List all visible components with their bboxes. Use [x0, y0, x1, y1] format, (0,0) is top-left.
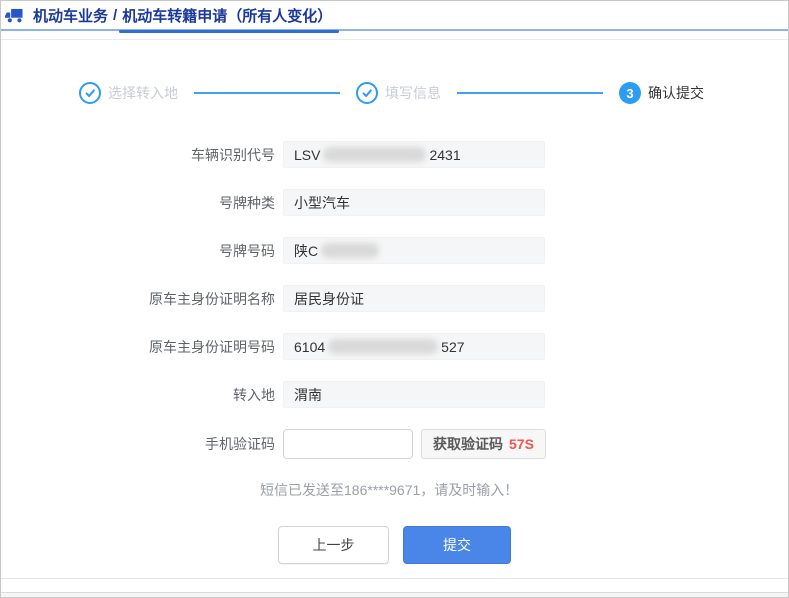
form-row-vin: 车辆识别代号 LSV 2431	[1, 141, 788, 168]
plate-type-text: 小型汽车	[294, 193, 350, 213]
id-number-suffix: 527	[441, 339, 464, 355]
field-label: 原车主身份证明名称	[1, 289, 283, 309]
form-row-sms-code: 手机验证码 获取验证码 57S	[1, 429, 788, 459]
main-content: 选择转入地 填写信息 3 确认提交 车辆识别代号 LSV	[1, 82, 788, 579]
field-label: 号牌种类	[1, 193, 283, 213]
truck-icon	[5, 8, 26, 23]
field-label: 号牌号码	[1, 241, 283, 261]
vin-suffix: 2431	[429, 147, 460, 163]
id-type-text: 居民身份证	[294, 289, 364, 309]
sms-code-input[interactable]	[283, 429, 413, 459]
bottom-strip	[1, 592, 788, 597]
plate-type-value: 小型汽车	[283, 189, 545, 216]
stepper-connector	[457, 92, 603, 94]
form-row-plate-number: 号牌号码 陕C	[1, 237, 788, 264]
vin-prefix: LSV	[294, 147, 320, 163]
form-row-id-type: 原车主身份证明名称 居民身份证	[1, 285, 788, 312]
check-circle-icon	[79, 82, 101, 104]
get-code-button[interactable]: 获取验证码 57S	[421, 429, 546, 459]
redaction-blur	[323, 147, 426, 162]
destination-value: 渭南	[283, 381, 545, 408]
field-label: 转入地	[1, 385, 283, 405]
step-1-choose-destination: 选择转入地	[79, 82, 178, 104]
redaction-blur	[321, 243, 379, 258]
step-3-confirm-submit: 3 确认提交	[619, 82, 704, 104]
page: 机动车业务 / 机动车转籍申请（所有人变化） 选择转入地 填写信息 3	[0, 0, 789, 598]
sms-sent-notice: 短信已发送至186****9671，请及时输入！	[260, 480, 788, 500]
id-number-value: 6104 527	[283, 333, 545, 360]
step-3-label: 确认提交	[648, 83, 704, 103]
step-3-number-badge: 3	[619, 82, 641, 104]
field-label: 手机验证码	[1, 434, 283, 454]
destination-text: 渭南	[294, 385, 322, 405]
form-row-id-number: 原车主身份证明号码 6104 527	[1, 333, 788, 360]
get-code-label: 获取验证码	[433, 434, 503, 454]
field-label: 原车主身份证明号码	[1, 337, 283, 357]
check-circle-icon	[356, 82, 378, 104]
form-row-destination: 转入地 渭南	[1, 381, 788, 408]
stepper-connector	[194, 92, 340, 94]
plate-number-prefix: 陕C	[294, 241, 318, 261]
breadcrumb-page[interactable]: 机动车转籍申请（所有人变化）	[122, 5, 332, 26]
redaction-blur	[328, 339, 438, 354]
confirmation-form: 车辆识别代号 LSV 2431 号牌种类 小型汽车 号牌号码 陕C	[1, 141, 788, 500]
vin-value: LSV 2431	[283, 141, 545, 168]
id-type-value: 居民身份证	[283, 285, 545, 312]
plate-number-value: 陕C	[283, 237, 545, 264]
progress-stepper: 选择转入地 填写信息 3 确认提交	[79, 82, 704, 104]
action-buttons: 上一步 提交	[1, 526, 788, 564]
header: 机动车业务 / 机动车转籍申请（所有人变化）	[1, 1, 788, 31]
previous-step-button[interactable]: 上一步	[278, 526, 389, 564]
step-2-label: 填写信息	[385, 83, 441, 103]
breadcrumb-section[interactable]: 机动车业务	[33, 5, 108, 26]
step-1-label: 选择转入地	[108, 83, 178, 103]
header-divider	[1, 39, 788, 40]
field-label: 车辆识别代号	[1, 145, 283, 165]
submit-button[interactable]: 提交	[403, 526, 511, 564]
step-2-fill-info: 填写信息	[356, 82, 441, 104]
form-row-plate-type: 号牌种类 小型汽车	[1, 189, 788, 216]
breadcrumb-separator: /	[113, 7, 117, 24]
id-number-prefix: 6104	[294, 339, 325, 355]
countdown-timer: 57S	[509, 436, 534, 452]
